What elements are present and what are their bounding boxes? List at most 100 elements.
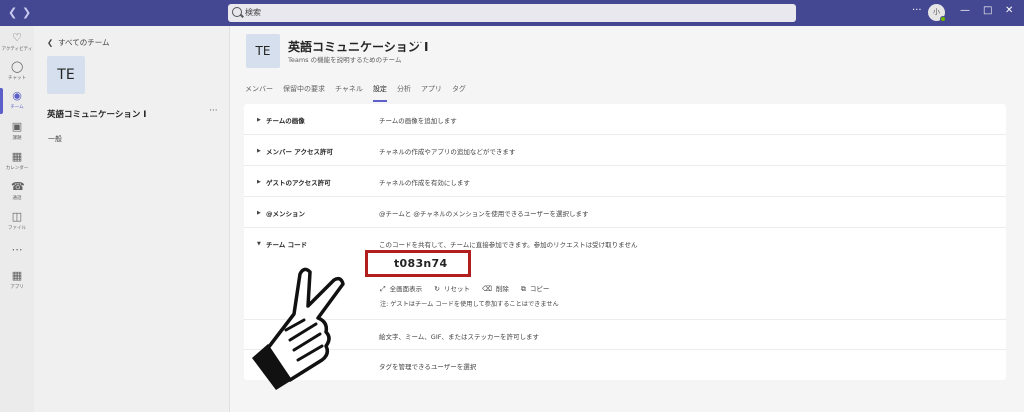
team-code-note: 注: ゲストはチーム コードを使用して参加することはできません [380,301,559,308]
minimize-button[interactable]: — [960,5,970,16]
team-channel-pane: ❮ すべてのチーム TE 英語コミュニケーション Ⅰ ··· 一般 [34,26,230,412]
team-avatar: TE [47,56,85,94]
bell-icon: ♡ [12,31,22,44]
rail-item-calendar[interactable]: ▦ カレンダー [0,149,34,179]
rail-item-chat[interactable]: ◯ チャット [0,59,34,89]
maximize-button[interactable]: □ [983,5,992,16]
settings-row-guest-permissions[interactable]: ▶ ゲストのアクセス許可 チャネルの作成を有効にします [244,166,1006,197]
settings-card: ▶ チームの画像 チームの画像を追加します ▶ メンバー アクセス許可 チャネル… [244,104,1006,380]
rail-item-activity[interactable]: ♡ アクティビティ [0,30,34,60]
chevron-right-icon[interactable]: ❯ [22,6,31,19]
caret-right-icon: ▶ [257,148,261,154]
team-code: t083n74 [394,257,448,270]
rail-item-label: チーム [10,105,24,110]
copy-icon: ⧉ [520,285,526,293]
tab-bar: メンバー 保留中の要求 チャネル 設定 分析 アプリ タグ [245,84,476,102]
settings-row-description: @チームと @チャネルのメンションを使用できるユーザーを選択します [379,210,589,218]
settings-row-title: チームの画像 [266,117,305,125]
search-icon [232,7,242,17]
settings-row-title: @メンション [266,210,305,218]
search-placeholder: 検索 [245,8,261,17]
settings-row-tags[interactable]: タグを管理できるユーザーを選択 [244,350,1006,380]
apps-icon: ▦ [11,269,23,282]
settings-row-fun-stuff[interactable]: 絵文字、ミーム、GIF、またはステッカーを許可します [244,320,1006,350]
rail-item-teams[interactable]: ◉ チーム [0,88,34,118]
rail-item-calls[interactable]: ☎ 通話 [0,179,34,209]
phone-icon: ☎ [11,180,25,193]
chat-icon: ◯ [11,60,24,73]
caret-right-icon: ▶ [257,117,261,123]
tab-tags[interactable]: タグ [452,84,466,98]
caret-right-icon: ▶ [257,210,261,216]
expand-icon: ⤢ [380,285,386,293]
action-label: リセット [443,285,470,293]
team-more-button[interactable]: ··· [413,38,423,49]
settings-row-title: メンバー アクセス許可 [266,148,333,156]
fullscreen-button[interactable]: ⤢ 全画面表示 [380,283,422,294]
calendar-icon: ▦ [11,150,23,163]
rail-item-label: ファイル [8,226,26,231]
reset-button[interactable]: ↻ リセット [434,283,470,294]
tab-channels[interactable]: チャネル [335,84,363,98]
settings-row-title: チーム コード [266,241,308,249]
delete-button[interactable]: ⌫ 削除 [482,283,509,294]
assignments-icon: ▣ [11,120,23,133]
avatar[interactable]: 小 [928,4,946,22]
rail-item-label: 課題 [12,136,22,141]
tab-analytics[interactable]: 分析 [397,84,411,98]
all-teams-link[interactable]: ❮ すべてのチーム [47,37,110,48]
settings-row-description: チャネルの作成を有効にします [379,179,470,187]
settings-row-title: ゲストのアクセス許可 [266,179,331,187]
settings-row-team-code[interactable]: ▼ チーム コード このコードを共有して、チームに直接参加できます。参加のリクエ… [244,228,1006,320]
rail-item-label: カレンダー [5,166,29,171]
action-label: 削除 [495,285,509,293]
settings-row-team-picture[interactable]: ▶ チームの画像 チームの画像を追加します [244,104,1006,135]
tab-members[interactable]: メンバー [245,84,273,98]
team-code-actions: ⤢ 全画面表示 ↻ リセット ⌫ 削除 ⧉ コピー [380,283,561,294]
rail-item-apps[interactable]: ▦ アプリ [0,268,34,298]
rail-item-assignments[interactable]: ▣ 課題 [0,119,34,149]
tab-settings[interactable]: 設定 [372,84,387,102]
chevron-left-icon: ❮ [47,38,59,47]
team-more-button[interactable]: ··· [209,106,218,116]
app-rail: ♡ アクティビティ ◯ チャット ◉ チーム ▣ 課題 ▦ カレンダー ☎ 通話… [0,26,34,412]
avatar-initials: 小 [933,8,940,16]
trash-icon: ⌫ [481,285,492,293]
action-label: 全画面表示 [389,285,423,293]
settings-row-description: このコードを共有して、チームに直接参加できます。参加のリクエストは受け取りません [379,241,638,249]
rail-item-label: 通話 [12,196,22,201]
presence-available-icon [940,16,946,22]
settings-row-mentions[interactable]: ▶ @メンション @チームと @チャネルのメンションを使用できるユーザーを選択し… [244,197,1006,228]
caret-right-icon: ▶ [257,179,261,185]
settings-row-description: チャネルの作成やアプリの追加などができます [379,148,516,156]
more-options-button[interactable]: ··· [912,5,922,16]
action-label: コピー [529,285,550,293]
reset-icon: ↻ [434,285,440,293]
rail-item-label: アクティビティ [1,47,33,52]
tab-apps[interactable]: アプリ [421,84,442,98]
copy-button[interactable]: ⧉ コピー [521,283,550,294]
team-name[interactable]: 英語コミュニケーション Ⅰ [47,108,146,120]
tab-pending-requests[interactable]: 保留中の要求 [283,84,325,98]
teams-icon: ◉ [12,89,22,102]
settings-row-description: タグを管理できるユーザーを選択 [379,363,477,371]
rail-item-files[interactable]: ◫ ファイル [0,209,34,239]
close-button[interactable]: ✕ [1005,5,1013,16]
rail-item-label: チャット [8,76,26,81]
caret-down-icon: ▼ [257,241,261,247]
main-content: TE 英語コミュニケーション Ⅰ ··· Teams の機能を説明するためのチー… [230,26,1024,412]
page-title: 英語コミュニケーション Ⅰ [288,40,429,54]
settings-row-member-permissions[interactable]: ▶ メンバー アクセス許可 チャネルの作成やアプリの追加などができます [244,135,1006,166]
all-teams-label: すべてのチーム [58,38,110,47]
team-avatar: TE [246,34,280,68]
search-input[interactable]: 検索 [228,4,796,22]
settings-row-description: チームの画像を追加します [379,117,457,125]
rail-item-label: アプリ [10,285,24,290]
pointing-hand-icon [252,267,345,390]
channel-item-general[interactable]: 一般 [48,134,62,144]
file-icon: ◫ [11,210,23,223]
title-bar: ❮ ❯ 検索 ··· 小 — □ ✕ [0,0,1024,26]
team-description: Teams の機能を説明するためのチーム [288,56,402,64]
chevron-left-icon[interactable]: ❮ [8,6,17,19]
settings-row-description: 絵文字、ミーム、GIF、またはステッカーを許可します [379,333,539,341]
